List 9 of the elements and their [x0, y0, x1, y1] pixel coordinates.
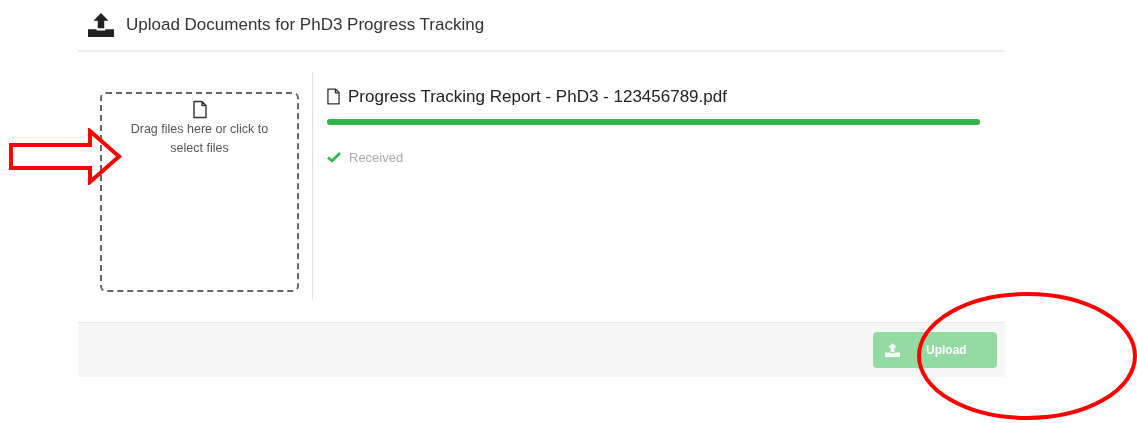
drop-zone-hint: Drag files here or click to select files	[129, 121, 270, 157]
file-icon	[327, 88, 340, 106]
file-icon	[192, 100, 207, 119]
dialog-title: Upload Documents for PhD3 Progress Tracking	[126, 14, 485, 37]
upload-icon	[88, 13, 114, 37]
file-status: Received	[349, 148, 404, 167]
file-name: Progress Tracking Report - PhD3 - 123456789.pdf	[348, 86, 727, 108]
upload-icon	[885, 343, 900, 357]
drop-zone[interactable]: Drag files here or click to select files	[100, 92, 299, 292]
